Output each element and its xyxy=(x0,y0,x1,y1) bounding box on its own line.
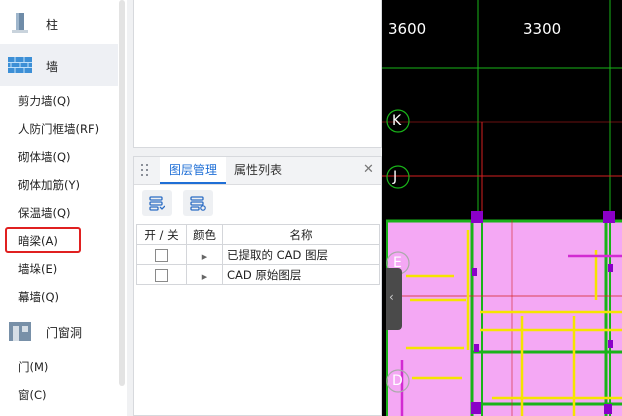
tab-layer-management[interactable]: 图层管理 xyxy=(160,157,226,184)
nav-item-masonry-reinforcement[interactable]: 砌体加筋(Y) xyxy=(18,175,80,195)
dimension-label: 3300 xyxy=(523,20,562,38)
layer-manager-panel: 图层管理 属性列表 ✕ 开 / 关 颜色 名称 ▶ 已提取的 CAD 图层 ▶ … xyxy=(133,156,382,416)
axis-label-k: K xyxy=(392,113,402,129)
column-icon xyxy=(12,13,28,33)
nav-item-door[interactable]: 门(M) xyxy=(18,357,48,377)
expand-arrow-icon[interactable]: ▶ xyxy=(202,253,207,261)
nav-item-masonry-wall[interactable]: 砌体墙(Q) xyxy=(18,147,71,167)
door-window-icon xyxy=(9,322,31,341)
axis-label-j: J xyxy=(393,169,398,185)
layer-name: 已提取的 CAD 图层 xyxy=(222,244,380,265)
layer-toolbar xyxy=(134,184,381,224)
chevron-left-icon: ‹ xyxy=(389,290,394,304)
expand-arrow-icon[interactable]: ▶ xyxy=(202,273,207,281)
upper-panel xyxy=(133,0,382,148)
layer-list-button[interactable] xyxy=(142,190,172,216)
nav-item-shear-wall[interactable]: 剪力墙(Q) xyxy=(18,91,71,111)
highlight-box xyxy=(5,227,81,253)
column-header-name: 名称 xyxy=(222,224,380,245)
axis-label-d: D xyxy=(392,373,403,389)
layer-list-icon xyxy=(149,196,165,211)
nav-group-label: 墙 xyxy=(46,60,59,74)
drag-handle-icon[interactable] xyxy=(141,164,149,178)
nav-item-curtain-wall[interactable]: 幕墙(Q) xyxy=(18,287,59,307)
table-header-row: 开 / 关 颜色 名称 xyxy=(136,224,380,245)
nav-group-column[interactable]: 柱 xyxy=(0,2,118,44)
dimension-label: 3600 xyxy=(388,20,427,38)
nav-group-wall[interactable]: 墙 xyxy=(0,44,118,86)
cad-canvas[interactable]: 3600 3300 K J E D xyxy=(382,0,622,416)
nav-item-wall-pier[interactable]: 墙垛(E) xyxy=(18,259,57,279)
layer-name: CAD 原始图层 xyxy=(222,264,380,285)
panel-tab-bar: 图层管理 属性列表 ✕ xyxy=(134,157,381,185)
layer-visibility-checkbox[interactable] xyxy=(155,268,168,282)
table-row[interactable]: ▶ 已提取的 CAD 图层 xyxy=(136,244,380,265)
nav-group-label: 柱 xyxy=(46,18,59,32)
panel-collapse-handle[interactable]: ‹ xyxy=(386,268,402,330)
column-header-color: 颜色 xyxy=(186,224,223,245)
layer-settings-button[interactable] xyxy=(183,190,213,216)
column-header-toggle: 开 / 关 xyxy=(136,224,187,245)
wall-icon xyxy=(8,57,32,73)
layer-visibility-checkbox[interactable] xyxy=(155,248,168,262)
cad-drawing xyxy=(382,0,622,416)
panel-gap xyxy=(133,148,382,156)
layer-settings-icon xyxy=(190,196,206,211)
nav-group-door-window-opening[interactable]: 门窗洞 xyxy=(0,310,118,352)
table-row[interactable]: ▶ CAD 原始图层 xyxy=(136,264,380,285)
close-icon[interactable]: ✕ xyxy=(363,163,374,177)
nav-item-window[interactable]: 窗(C) xyxy=(18,385,47,405)
component-nav: 柱 墙 剪力墙(Q) 人防门框墙(RF) 砌体墙(Q) 砌体加筋(Y) 保温墙(… xyxy=(0,0,118,416)
nav-item-insulation-wall[interactable]: 保温墙(Q) xyxy=(18,203,71,223)
nav-scrollbar[interactable] xyxy=(119,0,125,386)
layer-table: 开 / 关 颜色 名称 ▶ 已提取的 CAD 图层 ▶ CAD 原始图层 xyxy=(136,224,380,285)
nav-item-civil-defense-door-wall[interactable]: 人防门框墙(RF) xyxy=(18,119,99,139)
nav-group-label: 门窗洞 xyxy=(46,326,83,340)
tab-property-list[interactable]: 属性列表 xyxy=(234,157,282,184)
